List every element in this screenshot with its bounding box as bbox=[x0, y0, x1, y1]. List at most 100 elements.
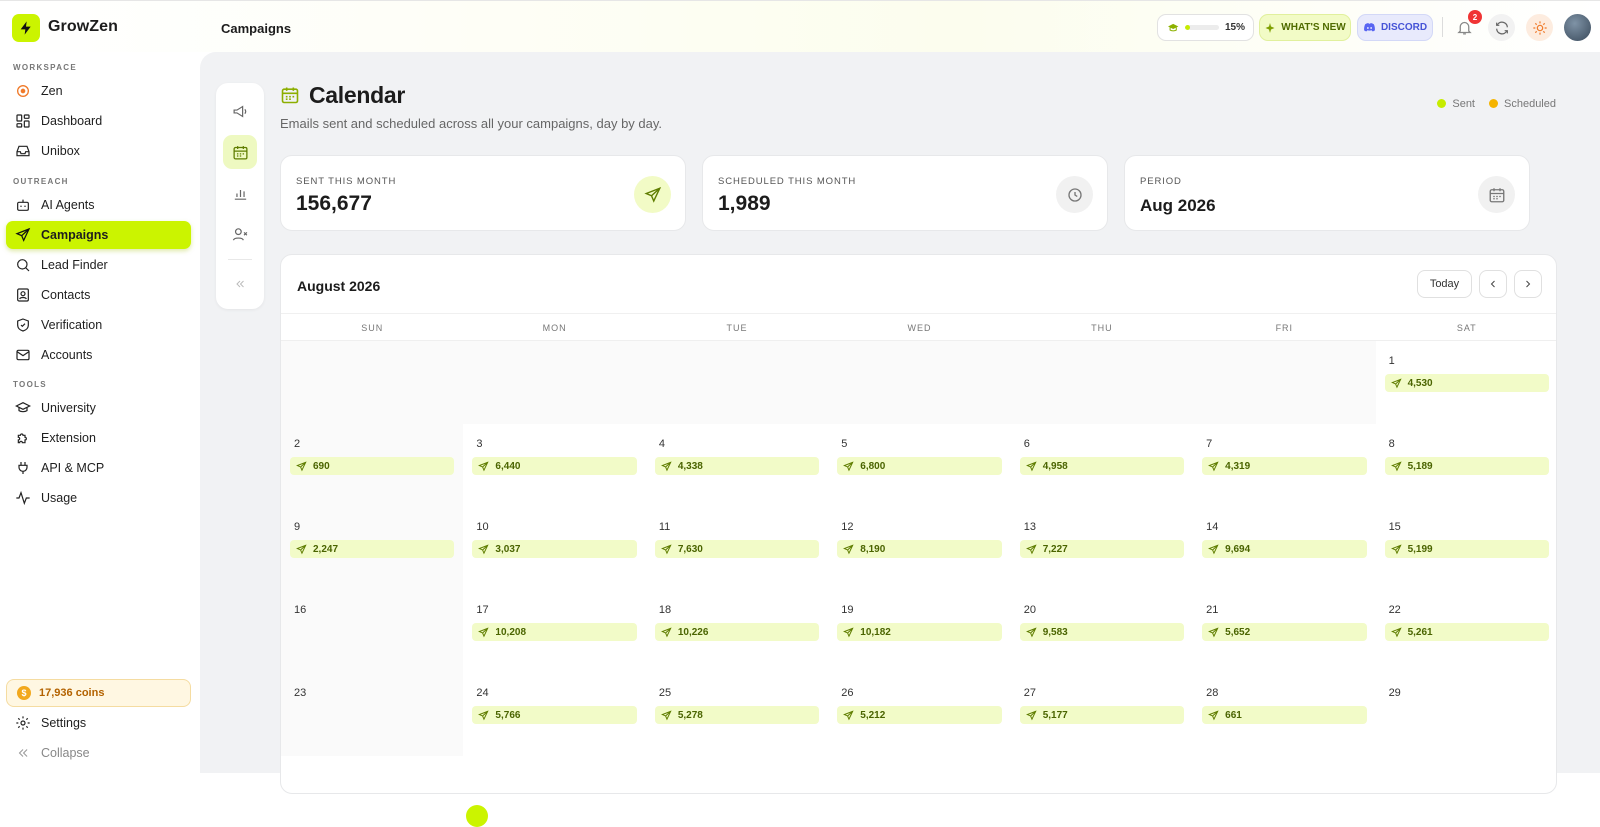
sent-count-chip[interactable]: 5,261 bbox=[1384, 623, 1549, 641]
subnav-campaigns[interactable] bbox=[223, 94, 257, 128]
sent-count-chip[interactable]: 3,037 bbox=[472, 540, 637, 558]
day-number: 16 bbox=[294, 604, 307, 616]
sent-count: 4,338 bbox=[677, 460, 703, 472]
sent-count-chip[interactable]: 6,440 bbox=[472, 457, 637, 475]
calendar-day-cell[interactable]: 9 2,247 bbox=[281, 507, 464, 590]
calendar-day-cell[interactable]: 6 4,958 bbox=[1011, 424, 1193, 507]
sent-count-chip[interactable]: 690 bbox=[290, 457, 455, 475]
calendar-day-cell[interactable]: 29 bbox=[1376, 673, 1556, 756]
calendar-day-cell[interactable]: 20 9,583 bbox=[1011, 590, 1193, 673]
sidebar-item-verification[interactable]: Verification bbox=[6, 311, 191, 339]
sent-count-chip[interactable]: 4,319 bbox=[1202, 457, 1367, 475]
sent-count-chip[interactable]: 4,338 bbox=[654, 457, 820, 475]
sent-count-chip[interactable]: 8,190 bbox=[837, 540, 1002, 558]
sent-count: 7,227 bbox=[1042, 543, 1068, 555]
sent-count-chip[interactable]: 4,530 bbox=[1384, 374, 1549, 392]
sent-count-chip[interactable]: 5,652 bbox=[1202, 623, 1367, 641]
calendar-day-cell[interactable]: 4 4,338 bbox=[646, 424, 828, 507]
day-number: 14 bbox=[1206, 521, 1219, 533]
sidebar-item-api-mcp[interactable]: API & MCP bbox=[6, 454, 191, 482]
subnav-unsubscribed[interactable] bbox=[223, 217, 257, 251]
prev-month-button[interactable] bbox=[1479, 270, 1507, 298]
sent-count-chip[interactable]: 661 bbox=[1202, 706, 1367, 724]
logo-icon[interactable] bbox=[12, 14, 40, 42]
sent-count-chip[interactable]: 5,766 bbox=[472, 706, 637, 724]
calendar-day-cell[interactable]: 11 7,630 bbox=[646, 507, 828, 590]
calendar-day-cell[interactable]: 12 8,190 bbox=[828, 507, 1010, 590]
calendar-day-cell[interactable]: 25 5,278 bbox=[646, 673, 828, 756]
sent-count-chip[interactable]: 10,226 bbox=[654, 623, 820, 641]
onboarding-progress[interactable]: 15% bbox=[1157, 14, 1254, 41]
calendar-day-cell[interactable]: 7 4,319 bbox=[1193, 424, 1375, 507]
calendar-day-cell[interactable]: 13 7,227 bbox=[1011, 507, 1193, 590]
calendar-day-cell[interactable]: 15 5,199 bbox=[1376, 507, 1556, 590]
sidebar-item-accounts[interactable]: Accounts bbox=[6, 341, 191, 369]
sent-count-chip[interactable]: 5,177 bbox=[1019, 706, 1185, 724]
next-month-button[interactable] bbox=[1514, 270, 1542, 298]
refresh-button[interactable] bbox=[1488, 14, 1515, 41]
calendar-day-cell[interactable]: 5 6,800 bbox=[828, 424, 1010, 507]
sent-count-chip[interactable]: 9,583 bbox=[1019, 623, 1185, 641]
calendar-day-cell[interactable]: 23 bbox=[281, 673, 464, 756]
subnav-collapse[interactable] bbox=[223, 267, 257, 301]
sent-count-chip[interactable]: 5,199 bbox=[1384, 540, 1549, 558]
whats-new-button[interactable]: WHAT'S NEW bbox=[1259, 14, 1351, 41]
send-icon bbox=[296, 460, 307, 471]
sent-count-chip[interactable]: 6,800 bbox=[837, 457, 1002, 475]
sent-count-chip[interactable]: 7,630 bbox=[654, 540, 820, 558]
sidebar-item-zen[interactable]: Zen bbox=[6, 77, 191, 105]
sent-count-chip[interactable]: 7,227 bbox=[1019, 540, 1185, 558]
subnav-analytics[interactable] bbox=[223, 176, 257, 210]
calendar-day-cell[interactable]: 19 10,182 bbox=[828, 590, 1010, 673]
theme-toggle[interactable] bbox=[1526, 14, 1553, 41]
send-icon bbox=[1390, 543, 1402, 554]
calendar-day-cell[interactable]: 22 5,261 bbox=[1376, 590, 1556, 673]
calendar-day-cell[interactable]: 16 bbox=[281, 590, 464, 673]
calendar-day-cell[interactable]: 2 690 bbox=[281, 424, 464, 507]
sent-count-chip[interactable]: 10,182 bbox=[837, 623, 1002, 641]
sidebar-item-campaigns[interactable]: Campaigns bbox=[6, 221, 191, 249]
sidebar-item-unibox[interactable]: Unibox bbox=[6, 137, 191, 165]
coins-balance[interactable]: $ 17,936 coins bbox=[6, 679, 191, 707]
sent-count-chip[interactable]: 5,278 bbox=[654, 706, 820, 724]
sidebar-item-lead-finder[interactable]: Lead Finder bbox=[6, 251, 191, 279]
sent-count-chip[interactable]: 9,694 bbox=[1202, 540, 1367, 558]
sidebar-item-university[interactable]: University bbox=[6, 394, 191, 422]
sent-count-chip[interactable]: 4,958 bbox=[1019, 457, 1185, 475]
calendar-day-cell[interactable]: 28 661 bbox=[1193, 673, 1375, 756]
calendar-day-cell[interactable]: 3 6,440 bbox=[463, 424, 645, 507]
collapse-button[interactable]: Collapse bbox=[6, 739, 191, 767]
sidebar-item-settings[interactable]: Settings bbox=[6, 709, 191, 737]
calendar-day-cell[interactable]: 27 5,177 bbox=[1011, 673, 1193, 756]
calendar-day-cell[interactable]: 8 5,189 bbox=[1376, 424, 1556, 507]
calendar-day-cell[interactable]: 10 3,037 bbox=[463, 507, 645, 590]
discord-button[interactable]: DISCORD bbox=[1357, 14, 1433, 41]
sent-count-chip[interactable]: 10,208 bbox=[472, 623, 637, 641]
sidebar-item-extension[interactable]: Extension bbox=[6, 424, 191, 452]
day-number: 12 bbox=[841, 521, 854, 533]
contacts-icon bbox=[14, 286, 32, 304]
calendar-day-cell[interactable]: 21 5,652 bbox=[1193, 590, 1375, 673]
calendar-day-cell[interactable]: 18 10,226 bbox=[646, 590, 828, 673]
sent-count: 5,261 bbox=[1407, 626, 1433, 638]
sidebar-item-dashboard[interactable]: Dashboard bbox=[6, 107, 191, 135]
calendar-day-cell[interactable]: 24 5,766 bbox=[463, 673, 645, 756]
sidebar-item-ai-agents[interactable]: AI Agents bbox=[6, 191, 191, 219]
sent-count: 6,440 bbox=[495, 460, 521, 472]
subnav-calendar[interactable] bbox=[223, 135, 257, 169]
calendar-day-cell[interactable]: 1 4,530 bbox=[1376, 341, 1556, 424]
sidebar-item-contacts[interactable]: Contacts bbox=[6, 281, 191, 309]
calendar-day-cell[interactable]: 26 5,212 bbox=[828, 673, 1010, 756]
today-button[interactable]: Today bbox=[1417, 270, 1472, 298]
calendar-day-cell[interactable]: 14 9,694 bbox=[1193, 507, 1375, 590]
sidebar-item-usage[interactable]: Usage bbox=[6, 484, 191, 512]
sidebar-item-label: API & MCP bbox=[41, 461, 105, 475]
day-number: 13 bbox=[1023, 521, 1036, 533]
calendar-icon bbox=[281, 87, 299, 104]
search-icon bbox=[14, 256, 32, 274]
sent-count-chip[interactable]: 5,189 bbox=[1384, 457, 1549, 475]
sent-count-chip[interactable]: 5,212 bbox=[837, 706, 1002, 724]
avatar[interactable] bbox=[1564, 14, 1591, 41]
calendar-day-cell[interactable]: 17 10,208 bbox=[463, 590, 645, 673]
sent-count-chip[interactable]: 2,247 bbox=[290, 540, 455, 558]
